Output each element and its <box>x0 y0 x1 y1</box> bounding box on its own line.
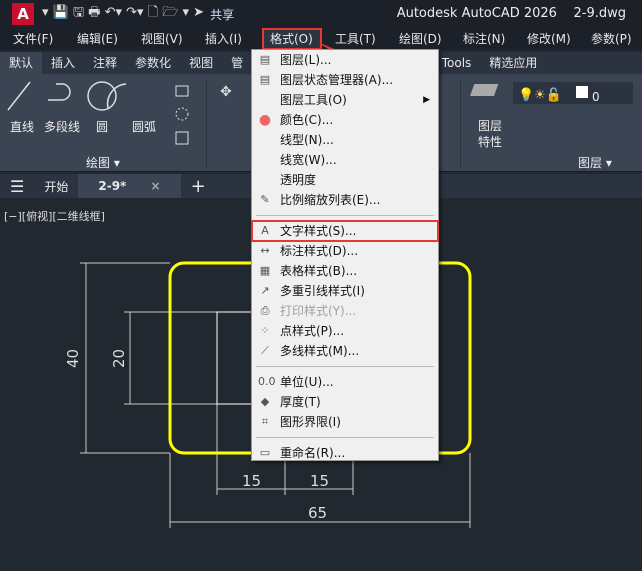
format-menu-item[interactable]: ↗ 多重引线样式(I) <box>252 281 438 301</box>
format-menu-item[interactable]: 线型(N)... <box>252 130 438 150</box>
menu-item-label: 点样式(P)... <box>280 324 345 338</box>
layer-state-icon: ▤ <box>259 73 271 86</box>
format-menu-item[interactable]: ↔ 标注样式(D)... <box>252 241 438 261</box>
format-menu-item[interactable]: ⌗ 图形界限(I) <box>252 412 438 432</box>
menu-item-label: 表格样式(B)... <box>280 264 358 278</box>
format-menu-item[interactable]: ◆ 厚度(T) <box>252 392 438 412</box>
submenu-arrow-icon: ▶ <box>423 95 430 105</box>
layer-icon: ▤ <box>259 53 271 66</box>
menu-item-label: 标注样式(D)... <box>280 244 359 258</box>
menu-item-label: 比例缩放列表(E)... <box>280 193 381 207</box>
format-menu-item[interactable]: ▭ 重命名(R)... <box>252 443 438 463</box>
text-style-icon: A <box>261 224 269 237</box>
format-menu-item[interactable]: ⁘ 点样式(P)... <box>252 321 438 341</box>
mline-style-icon: ⟋ <box>261 344 269 357</box>
format-menu-item[interactable]: 图层工具(O) ▶ <box>252 90 438 110</box>
thickness-icon: ◆ <box>260 395 270 408</box>
format-menu-item[interactable]: 透明度 <box>252 170 438 190</box>
menu-item-label: 单位(U)... <box>280 375 334 389</box>
point-style-icon: ⁘ <box>260 324 270 337</box>
menu-item-label: 图层(L)... <box>280 53 332 67</box>
menu-item-label: 多重引线样式(I) <box>280 284 365 298</box>
format-menu-item[interactable]: ✎ 比例缩放列表(E)... <box>252 190 438 210</box>
menu-item-label: 文字样式(S)... <box>280 224 357 238</box>
menu-item-label: 图层工具(O) <box>280 93 347 107</box>
menu-item-label: 图层状态管理器(A)... <box>280 73 394 87</box>
format-dropdown-menu: ▤ 图层(L)... ▤ 图层状态管理器(A)... 图层工具(O) ▶ ● 颜色(C)...… <box>251 49 439 461</box>
menu-item-label: 打印样式(Y)... <box>280 304 357 318</box>
plot-style-icon: ⎙ <box>260 304 270 317</box>
menu-item-label: 重命名(R)... <box>280 446 346 460</box>
format-menu-item[interactable]: 线宽(W)... <box>252 150 438 170</box>
menu-item-label: 透明度 <box>280 173 317 187</box>
menu-separator <box>256 366 434 367</box>
mleader-style-icon: ↗ <box>260 284 270 297</box>
format-menu-item[interactable]: ● 颜色(C)... <box>252 110 438 130</box>
limits-icon: ⌗ <box>261 415 269 428</box>
format-menu-item[interactable]: 0.0 单位(U)... <box>252 372 438 392</box>
menu-item-label: 颜色(C)... <box>280 113 334 127</box>
menu-item-label: 线宽(W)... <box>280 153 337 167</box>
table-style-icon: ▦ <box>259 264 271 277</box>
format-menu-item[interactable]: ▤ 图层状态管理器(A)... <box>252 70 438 90</box>
format-menu-item[interactable]: ▦ 表格样式(B)... <box>252 261 438 281</box>
rename-icon: ▭ <box>259 446 271 459</box>
format-menu-item[interactable]: ⟋ 多线样式(M)... <box>252 341 438 361</box>
units-icon: 0.0 <box>258 375 276 388</box>
menu-separator <box>256 437 434 438</box>
format-menu-item[interactable]: A 文字样式(S)... <box>251 220 439 242</box>
menu-item-label: 图形界限(I) <box>280 415 341 429</box>
menu-item-label: 多线样式(M)... <box>280 344 360 358</box>
format-menu-item[interactable]: ▤ 图层(L)... <box>252 50 438 70</box>
color-wheel-icon: ● <box>258 112 272 128</box>
menu-item-label: 线型(N)... <box>280 133 334 147</box>
dim-style-icon: ↔ <box>260 244 270 257</box>
scale-list-icon: ✎ <box>260 193 270 206</box>
menu-item-label: 厚度(T) <box>280 395 321 409</box>
menu-separator <box>256 215 434 216</box>
format-menu-item: ⎙ 打印样式(Y)... <box>252 301 438 321</box>
